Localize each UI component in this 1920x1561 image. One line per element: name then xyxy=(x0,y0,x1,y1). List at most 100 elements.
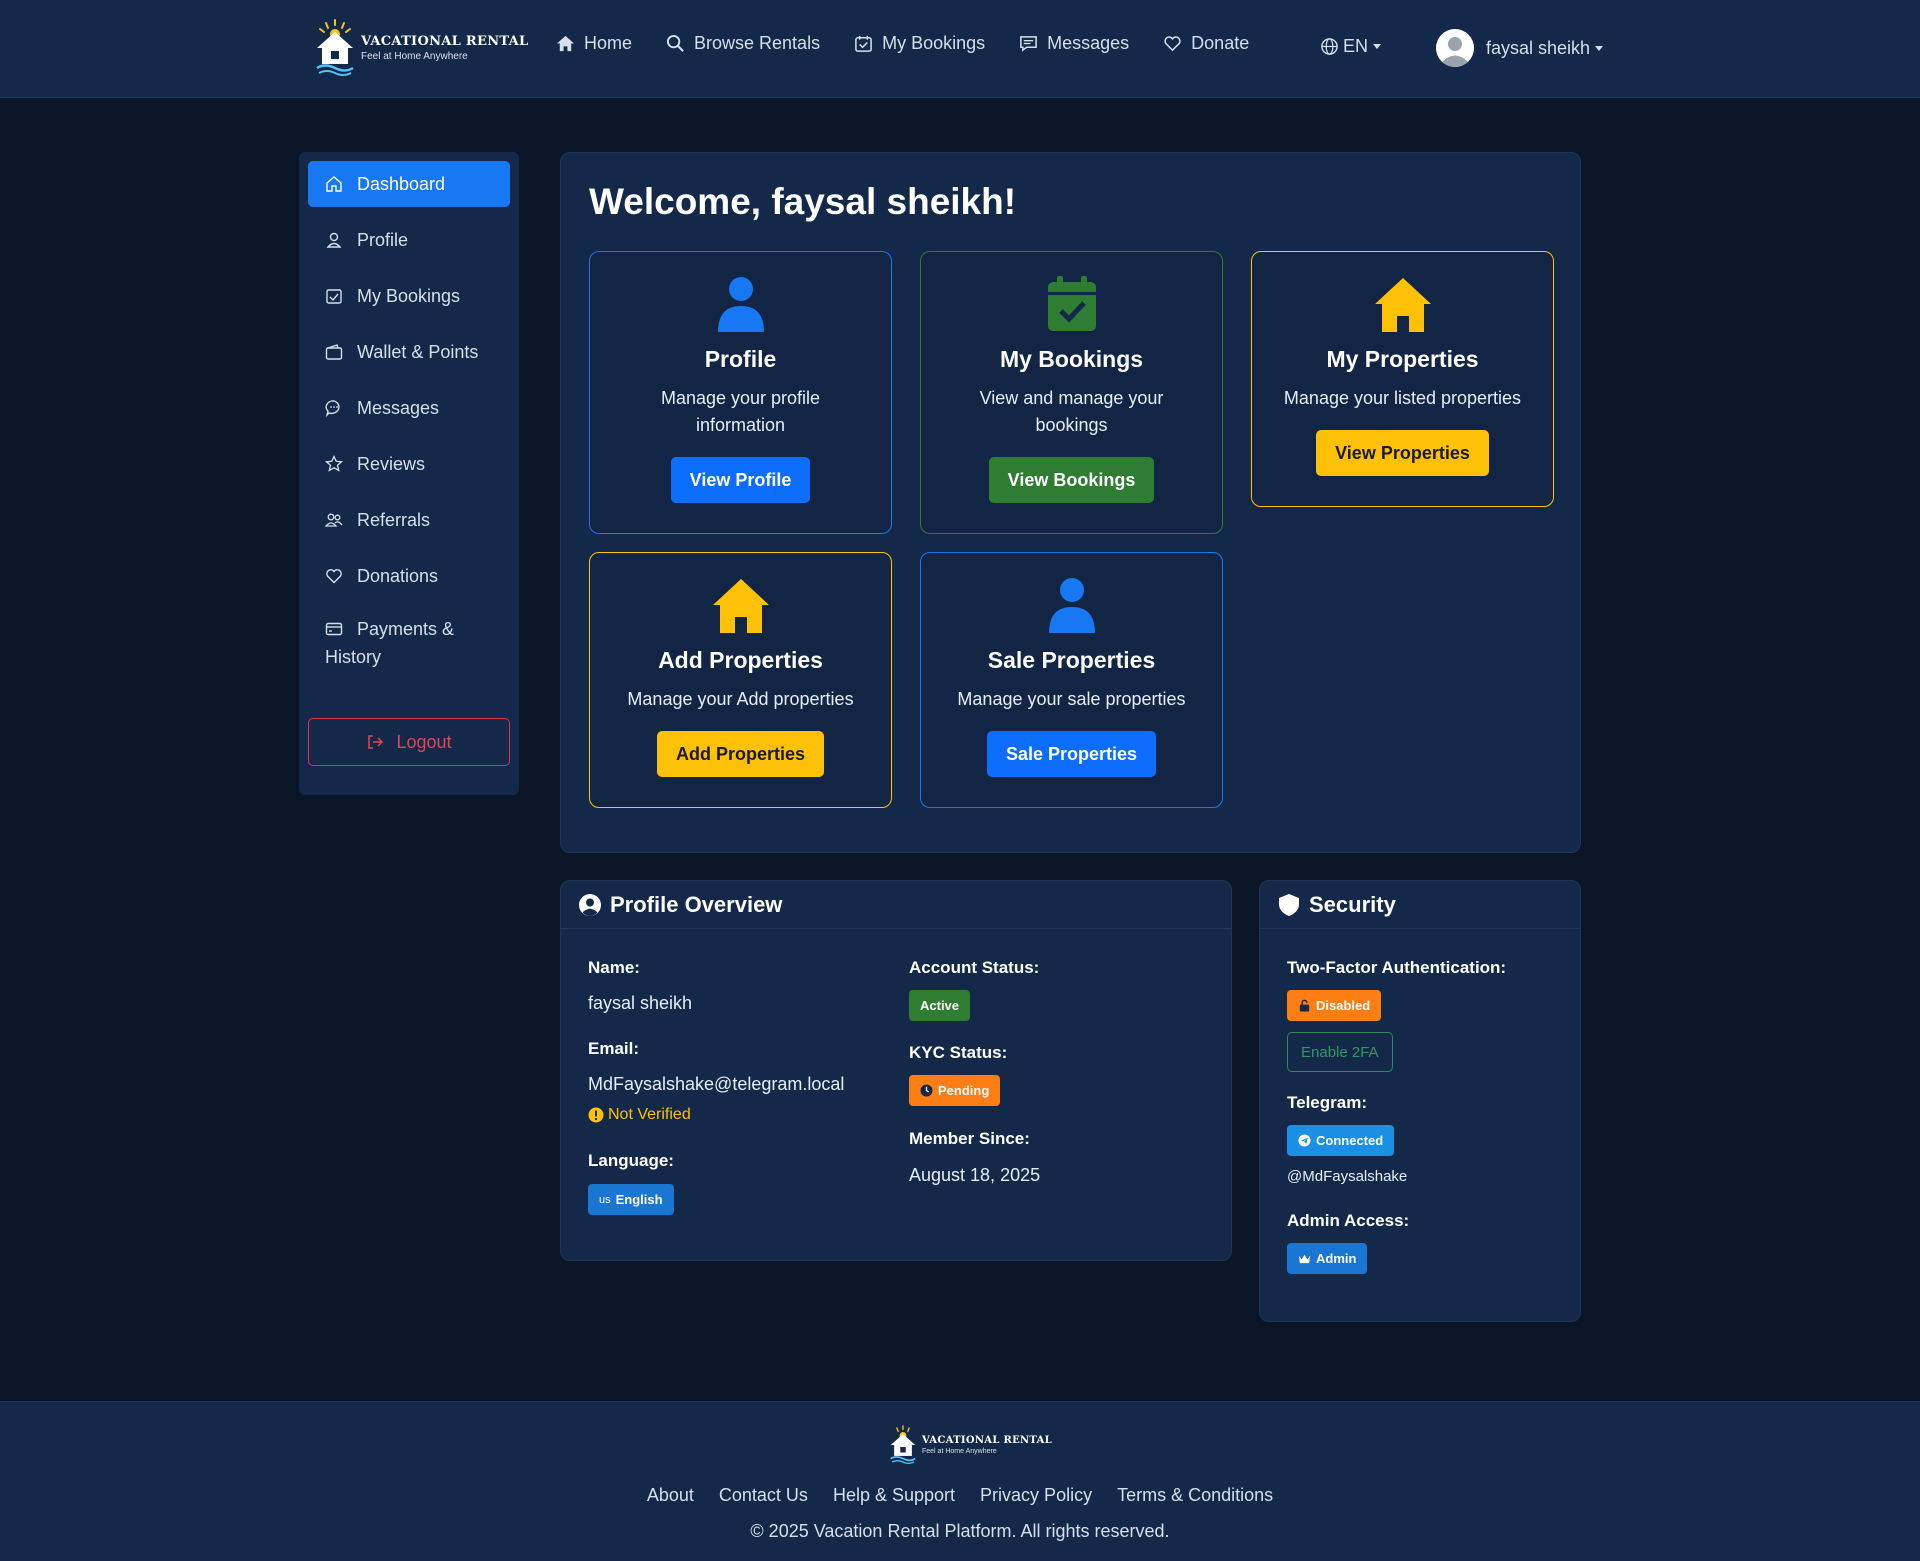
nav-my-bookings[interactable]: My Bookings xyxy=(854,33,985,54)
exclamation-circle-icon xyxy=(588,1107,604,1123)
profile-overview-title: Profile Overview xyxy=(610,891,783,917)
brand-logo[interactable]: VACATIONAL RENTAL Feel at Home Anywhere xyxy=(313,18,529,78)
sidebar-item-donations[interactable]: Donations xyxy=(308,553,510,599)
sidebar: Dashboard Profile My Bookings Wallet & P… xyxy=(299,152,519,795)
admin-access-label: Admin Access: xyxy=(1287,1211,1410,1230)
nav-bookings-label: My Bookings xyxy=(882,33,986,53)
footer-link-terms[interactable]: Terms & Conditions xyxy=(1117,1485,1273,1505)
language-label: EN xyxy=(1343,36,1369,56)
nav-donate-label: Donate xyxy=(1191,33,1250,53)
page-title: Welcome, faysal sheikh! xyxy=(589,181,1017,222)
view-bookings-button[interactable]: View Bookings xyxy=(988,457,1155,503)
email-not-verified: Not Verified xyxy=(588,1106,691,1124)
footer-brand-tagline: Feel at Home Anywhere xyxy=(922,1448,997,1455)
footer-link-privacy[interactable]: Privacy Policy xyxy=(980,1485,1092,1505)
card-title: Sale Properties xyxy=(987,647,1156,673)
account-status-value: Active xyxy=(920,998,960,1013)
two-factor-label: Two-Factor Authentication: xyxy=(1287,958,1507,977)
home-icon xyxy=(556,35,575,52)
sidebar-item-label: My Bookings xyxy=(357,285,461,306)
user-circle-icon xyxy=(579,893,601,916)
logo-house-icon xyxy=(316,19,354,76)
email-value: MdFaysalshake@telegram.local xyxy=(588,1074,845,1094)
sidebar-item-dashboard[interactable]: Dashboard xyxy=(308,161,510,207)
member-since-label: Member Since: xyxy=(909,1129,1030,1148)
avatar-person-icon xyxy=(1436,29,1474,67)
telegram-status: Connected xyxy=(1316,1133,1384,1148)
add-properties-button[interactable]: Add Properties xyxy=(656,731,825,777)
home-icon xyxy=(326,176,342,192)
flag-us-icon: us xyxy=(599,1193,611,1206)
sidebar-item-referrals[interactable]: Referrals xyxy=(308,497,510,543)
sidebar-item-profile[interactable]: Profile xyxy=(308,217,510,263)
kyc-status-label: KYC Status: xyxy=(909,1043,1008,1062)
sidebar-item-label: Dashboard xyxy=(357,173,446,194)
admin-badge: Admin xyxy=(1287,1243,1368,1274)
sidebar-item-wallet[interactable]: Wallet & Points xyxy=(308,329,510,375)
nav-home[interactable]: Home xyxy=(556,33,632,54)
member-since-value: August 18, 2025 xyxy=(909,1165,1041,1185)
crown-icon xyxy=(1298,1254,1311,1264)
logout-icon xyxy=(368,735,384,749)
kyc-status-value: Pending xyxy=(938,1083,990,1098)
heart-icon xyxy=(1164,36,1181,52)
logout-button[interactable]: Logout xyxy=(308,718,510,766)
sidebar-item-my-bookings[interactable]: My Bookings xyxy=(308,273,510,319)
clock-icon xyxy=(920,1084,933,1097)
language-badge: us English xyxy=(588,1184,674,1215)
chat-icon xyxy=(325,400,340,417)
nav-messages[interactable]: Messages xyxy=(1019,33,1129,54)
unlock-icon xyxy=(1299,999,1310,1012)
sidebar-item-label: Messages xyxy=(357,397,440,418)
sidebar-item-label: Reviews xyxy=(357,453,426,474)
security-title: Security xyxy=(1309,891,1396,917)
card-my-properties: My Properties Manage your listed propert… xyxy=(1251,251,1554,507)
search-icon xyxy=(666,34,684,52)
sidebar-item-messages[interactable]: Messages xyxy=(308,385,510,431)
user-name: faysal sheikh xyxy=(1486,37,1591,58)
footer-links: About Contact Us Help & Support Privacy … xyxy=(0,1485,1920,1506)
sale-properties-button[interactable]: Sale Properties xyxy=(986,731,1157,777)
sidebar-item-label: Donations xyxy=(357,565,439,586)
card-title: My Properties xyxy=(1326,346,1479,372)
admin-badge-label: Admin xyxy=(1316,1251,1357,1266)
sidebar-item-label: Referrals xyxy=(357,509,431,530)
nav-messages-label: Messages xyxy=(1047,33,1130,53)
footer: VACATIONAL RENTAL Feel at Home Anywhere … xyxy=(0,1401,1920,1561)
footer-link-help[interactable]: Help & Support xyxy=(833,1485,955,1505)
chevron-down-icon xyxy=(1373,44,1382,49)
name-value: faysal sheikh xyxy=(588,993,693,1013)
user-menu[interactable]: faysal sheikh xyxy=(1436,29,1604,67)
sidebar-item-label: Profile xyxy=(357,229,409,250)
footer-link-about[interactable]: About xyxy=(647,1485,694,1505)
sidebar-item-label-line2: History xyxy=(325,647,382,667)
card-description: View and manage your bookings xyxy=(979,388,1164,435)
globe-icon xyxy=(1321,38,1338,55)
nav-browse-rentals[interactable]: Browse Rentals xyxy=(666,33,820,54)
nav-donate[interactable]: Donate xyxy=(1163,33,1249,54)
two-factor-status: Disabled xyxy=(1316,998,1371,1013)
view-properties-button[interactable]: View Properties xyxy=(1316,430,1489,476)
language-dropdown[interactable]: EN xyxy=(1320,36,1382,57)
language-label: Language: xyxy=(588,1151,674,1170)
brand-tagline: Feel at Home Anywhere xyxy=(361,51,468,62)
card-title: Profile xyxy=(704,346,777,372)
footer-logo[interactable]: VACATIONAL RENTAL Feel at Home Anywhere xyxy=(888,1424,1052,1466)
logo-house-icon xyxy=(890,1425,916,1465)
footer-link-contact[interactable]: Contact Us xyxy=(719,1485,808,1505)
person-icon xyxy=(1048,578,1095,633)
card-add-properties: Add Properties Manage your Add propertie… xyxy=(589,552,892,808)
enable-2fa-button[interactable]: Enable 2FA xyxy=(1287,1032,1393,1072)
nav-home-label: Home xyxy=(584,33,633,53)
card-description: Manage your sale properties xyxy=(957,689,1186,709)
account-status-label: Account Status: xyxy=(909,958,1040,977)
card-profile: Profile Manage your profile information … xyxy=(589,251,892,534)
card-my-bookings: My Bookings View and manage your booking… xyxy=(920,251,1223,534)
view-profile-button[interactable]: View Profile xyxy=(670,457,811,503)
two-factor-status-badge: Disabled xyxy=(1287,990,1382,1021)
sidebar-item-reviews[interactable]: Reviews xyxy=(308,441,510,487)
account-status-badge: Active xyxy=(909,990,971,1021)
sidebar-item-payments[interactable]: Payments & History xyxy=(308,609,510,669)
card-title: Add Properties xyxy=(658,647,823,673)
language-value: English xyxy=(615,1192,663,1207)
